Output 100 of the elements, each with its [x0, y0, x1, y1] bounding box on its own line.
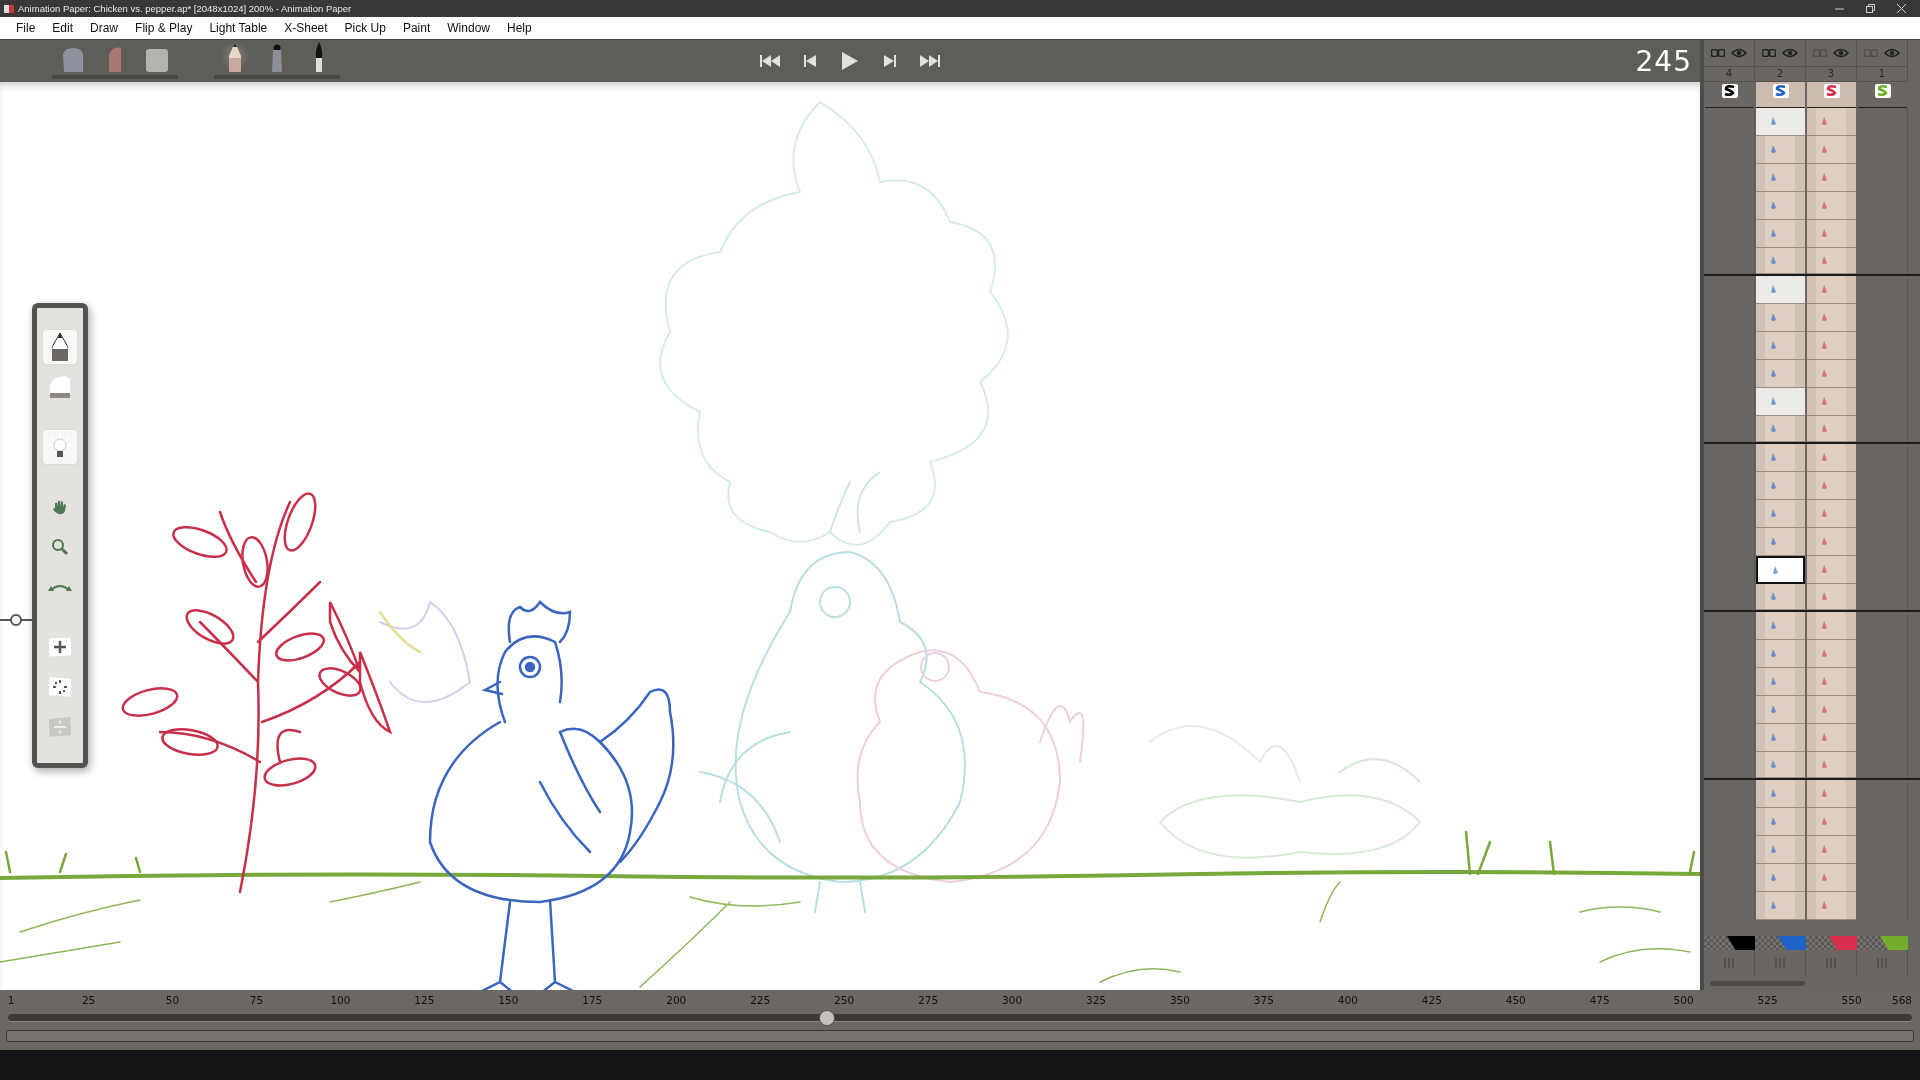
xsheet-cell[interactable] [1807, 668, 1856, 696]
xsheet-cell[interactable] [1807, 164, 1856, 192]
xsheet-cell[interactable] [1807, 836, 1856, 864]
app-icon [4, 4, 14, 13]
frame-tick-label: 125 [414, 994, 435, 1006]
xsheet-cell[interactable] [1807, 752, 1856, 778]
xsheet-cell[interactable] [1807, 584, 1856, 610]
xsheet-cell[interactable] [1807, 724, 1856, 752]
xsheet-cell[interactable] [1756, 416, 1805, 442]
xsheet-cell[interactable] [1756, 752, 1805, 778]
xsheet-cell[interactable] [1756, 528, 1805, 556]
xsheet-cell[interactable] [1807, 472, 1856, 500]
xsheet-cell[interactable] [1756, 808, 1805, 836]
xsheet-cell[interactable] [1756, 108, 1805, 136]
layer-color-icon[interactable] [1823, 84, 1840, 98]
xsheet-cell[interactable] [1756, 892, 1805, 920]
xsheet-cell[interactable] [1807, 556, 1856, 584]
xsheet-cell[interactable] [1807, 808, 1856, 836]
xsheet-cell[interactable] [1756, 556, 1805, 584]
xsheet-cell[interactable] [1756, 612, 1805, 640]
xsheet-cell[interactable] [1807, 640, 1856, 668]
drawing-mark-icon [1821, 313, 1828, 322]
eye-icon[interactable] [1833, 48, 1849, 58]
xsheet-cell[interactable] [1756, 696, 1805, 724]
menu-item[interactable]: Paint [394, 21, 440, 35]
layer-color-icon[interactable] [1874, 84, 1891, 98]
column-number: 1 [1857, 67, 1908, 82]
drawing-mark-icon [1770, 649, 1777, 658]
xsheet-cell[interactable] [1756, 780, 1805, 808]
xsheet-cell[interactable] [1756, 500, 1805, 528]
menu-item[interactable]: Draw [82, 21, 128, 35]
drawing-mark-icon [1821, 592, 1828, 601]
scrollbar-thumb[interactable] [1710, 980, 1805, 986]
xsheet-cell[interactable] [1756, 864, 1805, 892]
xsheet-cell[interactable] [1807, 528, 1856, 556]
eye-icon[interactable] [1884, 48, 1900, 58]
scatter-icon [49, 677, 71, 697]
xsheet-cell[interactable] [1756, 668, 1805, 696]
xsheet-cell[interactable] [1807, 248, 1856, 274]
palette-tool-button[interactable] [43, 330, 77, 364]
xsheet-cell[interactable] [1756, 332, 1805, 360]
frame-tick-label: 550 [1841, 994, 1862, 1006]
xsheet-cell[interactable] [1807, 416, 1856, 442]
menu-item[interactable]: Window [439, 21, 499, 35]
drawing-mark-icon [1770, 817, 1777, 826]
xsheet-cell[interactable] [1756, 220, 1805, 248]
link-icon[interactable] [1711, 49, 1725, 57]
menu-item[interactable]: File [8, 21, 45, 35]
slider-thumb[interactable] [818, 1010, 835, 1026]
menu-item[interactable]: Pick Up [336, 21, 395, 35]
close-icon[interactable] [1897, 4, 1906, 13]
xsheet-cell[interactable] [1807, 332, 1856, 360]
xsheet-cell[interactable] [1756, 304, 1805, 332]
xsheet-cell[interactable] [1807, 360, 1856, 388]
xsheet-cell[interactable] [1807, 304, 1856, 332]
xsheet-cell[interactable] [1807, 864, 1856, 892]
menu-item[interactable]: X-Sheet [276, 21, 337, 35]
link-icon[interactable] [1813, 49, 1827, 57]
horizontal-scrollbar[interactable] [6, 1030, 1914, 1042]
xsheet-cell[interactable] [1756, 836, 1805, 864]
add-icon [49, 637, 71, 657]
menu-item[interactable]: Light Table [201, 21, 277, 35]
xsheet-cell[interactable] [1807, 444, 1856, 472]
xsheet-cell[interactable] [1807, 696, 1856, 724]
xsheet-cell[interactable] [1756, 472, 1805, 500]
layer-color-icon[interactable] [1772, 84, 1789, 98]
xsheet-cell[interactable] [1807, 108, 1856, 136]
xsheet-cell[interactable] [1756, 164, 1805, 192]
menu-item[interactable]: Edit [44, 21, 83, 35]
eye-icon[interactable] [1782, 48, 1798, 58]
xsheet-cell[interactable] [1756, 584, 1805, 610]
menu-item[interactable]: Flip & Play [127, 21, 202, 35]
menu-item[interactable]: Help [499, 21, 541, 35]
xsheet-cell[interactable] [1807, 892, 1856, 920]
xsheet-cell[interactable] [1756, 248, 1805, 274]
xsheet-cell[interactable] [1756, 640, 1805, 668]
palette-tool-button[interactable] [43, 430, 77, 464]
xsheet-cell[interactable] [1807, 500, 1856, 528]
xsheet-cell[interactable] [1807, 276, 1856, 304]
xsheet-cell[interactable] [1807, 612, 1856, 640]
link-icon[interactable] [1864, 49, 1878, 57]
xsheet-cell[interactable] [1756, 360, 1805, 388]
link-icon[interactable] [1762, 49, 1776, 57]
xsheet-cell[interactable] [1807, 136, 1856, 164]
layer-color-icon[interactable] [1721, 84, 1738, 98]
xsheet-cell[interactable] [1756, 136, 1805, 164]
palette-slider-handle[interactable] [0, 612, 32, 626]
frame-tick-label: 450 [1505, 994, 1526, 1006]
xsheet-cell[interactable] [1756, 724, 1805, 752]
xsheet-cell[interactable] [1756, 192, 1805, 220]
xsheet-cell[interactable] [1807, 388, 1856, 416]
eye-icon[interactable] [1731, 48, 1747, 58]
restore-icon[interactable] [1866, 4, 1875, 13]
xsheet-cell[interactable] [1756, 276, 1805, 304]
xsheet-cell[interactable] [1756, 388, 1805, 416]
xsheet-cell[interactable] [1807, 780, 1856, 808]
xsheet-cell[interactable] [1807, 192, 1856, 220]
drawing-mark-icon [1821, 649, 1828, 658]
xsheet-cell[interactable] [1807, 220, 1856, 248]
xsheet-cell[interactable] [1756, 444, 1805, 472]
